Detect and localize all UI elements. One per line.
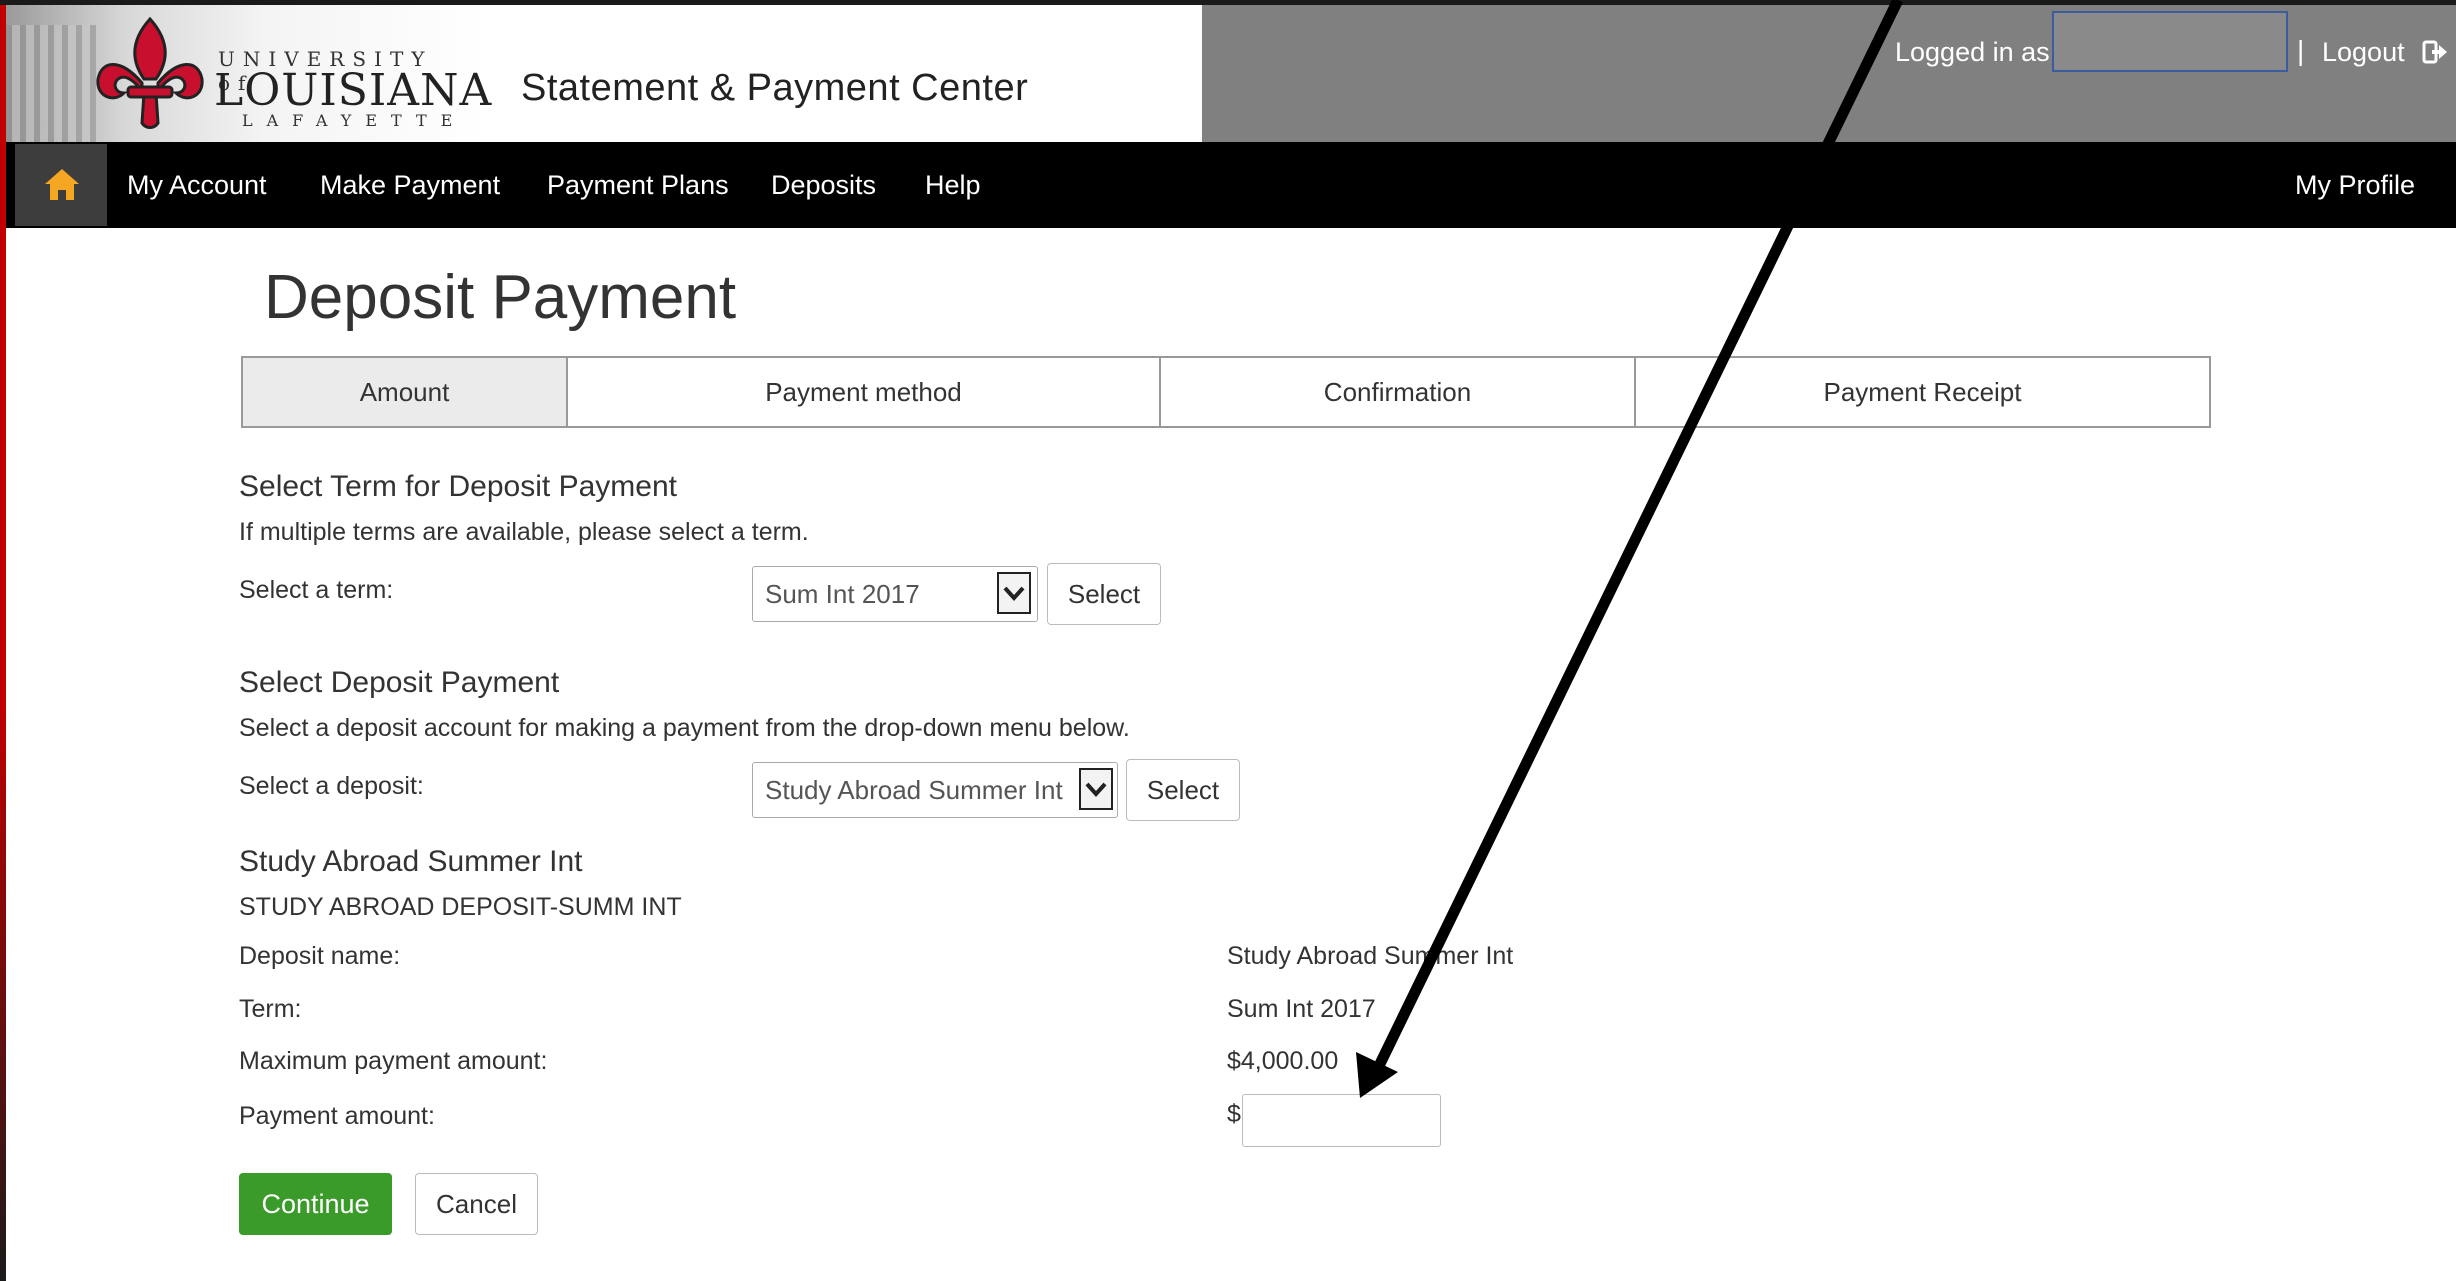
term-select[interactable]: Sum Int 2017 [752, 566, 1038, 622]
nav-my-account[interactable]: My Account [127, 142, 267, 228]
site-header: UNIVERSITY of LOUISIANA LAFAYETTE Statem… [6, 5, 2456, 142]
nav-my-profile[interactable]: My Profile [2295, 142, 2415, 228]
deposit-section-title: Select Deposit Payment [239, 666, 560, 699]
user-bar: Logged in as | Logout [1202, 5, 2456, 142]
term-section-title: Select Term for Deposit Payment [239, 470, 677, 503]
max-amount-value: $4,000.00 [1227, 1047, 1339, 1075]
nav-payment-plans[interactable]: Payment Plans [547, 142, 729, 228]
campus-building-image [6, 25, 96, 142]
nav-make-payment[interactable]: Make Payment [320, 142, 500, 228]
logout-link[interactable]: Logout [2322, 37, 2405, 68]
step-confirmation: Confirmation [1161, 358, 1636, 426]
chevron-down-icon[interactable] [997, 572, 1031, 614]
currency-symbol: $ [1227, 1100, 1241, 1128]
step-payment-method: Payment method [568, 358, 1161, 426]
deposit-select-value: Study Abroad Summer Int [765, 775, 1063, 805]
term-select-button[interactable]: Select [1047, 563, 1161, 625]
nav-deposits[interactable]: Deposits [771, 142, 876, 228]
term-label: Select a term: [239, 576, 394, 604]
step-payment-receipt: Payment Receipt [1823, 377, 2022, 407]
deposit-details-title: Study Abroad Summer Int [239, 845, 583, 878]
university-wordmark: UNIVERSITY of LOUISIANA LAFAYETTE [214, 47, 491, 130]
deposit-name-label: Deposit name: [239, 942, 401, 970]
progress-steps: Amount Payment method Confirmation Payme… [241, 356, 2211, 428]
logged-in-label: Logged in as [1895, 37, 2050, 67]
main-nav: My Account Make Payment Payment Plans De… [6, 142, 2456, 228]
logout-icon[interactable] [2422, 39, 2448, 65]
logo-line-2: LOUISIANA [214, 65, 493, 116]
step-amount: Amount [243, 358, 568, 426]
term-select-value: Sum Int 2017 [765, 579, 920, 609]
deposit-select[interactable]: Study Abroad Summer Int [752, 762, 1118, 818]
deposit-section-help: Select a deposit account for making a pa… [239, 714, 1130, 742]
term-detail-label: Term: [239, 995, 302, 1023]
term-section-help: If multiple terms are available, please … [239, 518, 809, 546]
term-detail-value: Sum Int 2017 [1227, 995, 1376, 1023]
payment-amount-label: Payment amount: [239, 1102, 435, 1130]
nav-help[interactable]: Help [925, 142, 981, 228]
deposit-label: Select a deposit: [239, 772, 424, 800]
site-title: Statement & Payment Center [521, 67, 1029, 109]
home-button[interactable] [15, 144, 107, 226]
deposit-select-button[interactable]: Select [1126, 759, 1240, 821]
cancel-button[interactable]: Cancel [415, 1173, 538, 1235]
deposit-name-value: Study Abroad Summer Int [1227, 942, 1514, 970]
username-display [2052, 11, 2288, 72]
continue-button[interactable]: Continue [239, 1173, 392, 1235]
home-icon [45, 169, 79, 200]
chevron-down-icon[interactable] [1079, 768, 1113, 810]
page-title: Deposit Payment [264, 263, 737, 332]
fleur-de-lis-logo[interactable] [88, 13, 212, 137]
logo-line-3: LAFAYETTE [242, 111, 467, 130]
header-separator: | [2297, 35, 2305, 66]
deposit-details-subtitle: STUDY ABROAD DEPOSIT-SUMM INT [239, 893, 682, 921]
max-amount-label: Maximum payment amount: [239, 1047, 548, 1075]
payment-amount-input[interactable] [1242, 1094, 1441, 1147]
brand-area: UNIVERSITY of LOUISIANA LAFAYETTE Statem… [6, 5, 1202, 142]
